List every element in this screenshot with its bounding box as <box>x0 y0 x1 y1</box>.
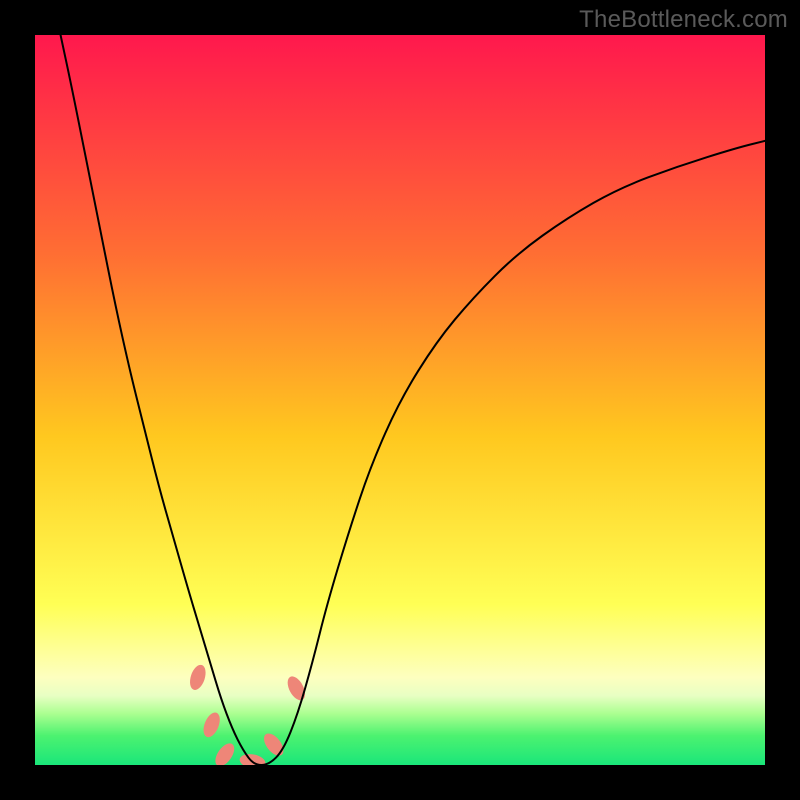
watermark-text: TheBottleneck.com <box>579 6 788 34</box>
chart-svg <box>35 35 765 765</box>
plot-area <box>35 35 765 765</box>
gradient-background <box>35 35 765 765</box>
chart-frame: TheBottleneck.com <box>0 0 800 800</box>
